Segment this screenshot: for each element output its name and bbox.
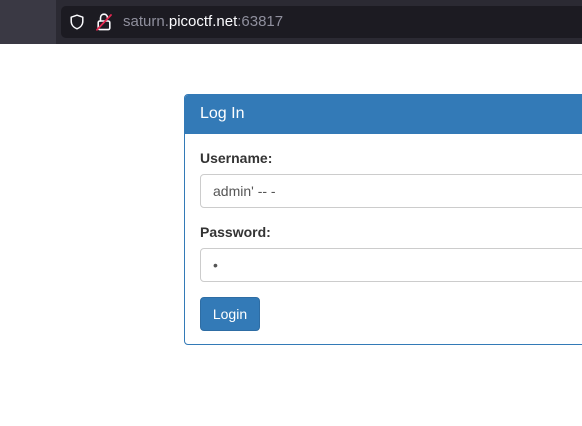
- insecure-lock-icon[interactable]: [96, 13, 112, 31]
- address-bar[interactable]: saturn.picoctf.net:63817: [61, 6, 582, 38]
- panel-heading: Log In: [185, 95, 582, 134]
- password-label: Password:: [200, 224, 271, 240]
- page: saturn.picoctf.net:63817 Log In Username…: [0, 0, 582, 426]
- panel-title: Log In: [200, 105, 245, 122]
- url-subdomain: saturn.: [123, 13, 169, 30]
- login-panel: Log In Username: Password: Login: [184, 94, 582, 345]
- browser-toolbar: saturn.picoctf.net:63817: [0, 0, 582, 44]
- url-domain: picoctf.net: [168, 13, 238, 30]
- password-input[interactable]: [200, 248, 582, 282]
- url-port: :63817: [237, 13, 284, 30]
- toolbar-strip: [0, 0, 56, 44]
- username-label: Username:: [200, 150, 273, 166]
- url-text[interactable]: saturn.picoctf.net:63817: [123, 13, 283, 31]
- username-input[interactable]: [200, 174, 582, 208]
- shield-icon[interactable]: [69, 14, 85, 30]
- login-button[interactable]: Login: [200, 297, 260, 331]
